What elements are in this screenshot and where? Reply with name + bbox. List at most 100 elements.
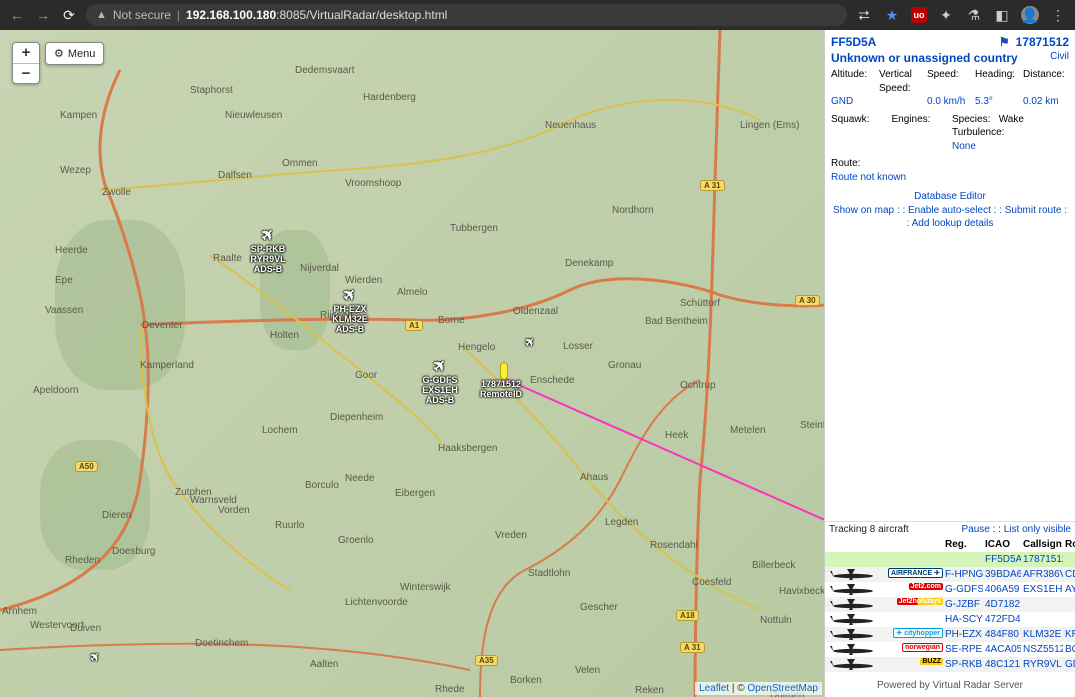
list-head-row: Reg. ICAO Callsign Rout [825,537,1075,552]
cell-icao: 4ACA05 [983,642,1021,657]
cell-reg: F-HPNG [943,567,983,582]
value-vs [879,95,925,109]
cell-route: GDN [1063,657,1075,672]
url-text: 192.168.100.180:8085/VirtualRadar/deskto… [186,8,447,22]
map-attribution: Leaflet | © OpenStreetMap [695,682,822,695]
map[interactable]: A 31A 30A1A50A18A 31A35 DedemsvaartHarde… [0,30,825,697]
auto-select-link[interactable]: Enable auto-select [908,205,991,216]
chrome-actions: ⮂ ★ uo ✦ ⚗ ◧ 👤 ⋮ [855,6,1067,24]
silhouette-cell: AIRFRANCE ✈ [825,567,943,582]
list-row[interactable]: HA-SCY472FD4 [825,612,1075,627]
panel-icon[interactable]: ◧ [993,6,1011,24]
cell-route: BCN [1063,642,1075,657]
detail-country: Unknown or unassigned country [831,50,1018,66]
menu-label: Menu [68,48,96,60]
value-route: Route not known [831,172,906,183]
cell-route [1063,597,1075,612]
pause-link[interactable]: Pause [961,524,989,535]
road-badge: A 31 [700,180,725,191]
col-icao[interactable]: ICAO [983,537,1021,552]
roads-layer [0,30,825,697]
extensions-icon[interactable]: ✦ [937,6,955,24]
zoom-in-button[interactable]: + [13,43,39,63]
labs-icon[interactable]: ⚗ [965,6,983,24]
ublock-icon[interactable]: uo [911,7,927,23]
reload-button[interactable]: ⟳ [60,6,78,24]
cell-reg: SP-RKB [943,657,983,672]
road-badge: A35 [475,655,498,666]
cell-icao: 4D7182 [983,597,1021,612]
detail-civilian: Civil [1050,50,1069,66]
value-heading: 5.3° [975,95,1021,109]
menu-button[interactable]: ⚙ Menu [45,42,104,65]
airline-badge: ✈ cityhopper [893,628,943,638]
zoom-control: + − [12,42,40,84]
silhouette-cell: BUZZ [825,657,943,672]
cell-callsign: NSZ5512 [1021,642,1063,657]
gear-icon: ⚙ [54,47,64,60]
list-row[interactable]: ✈ cityhopperPH-EZX484F80KLM32EKRK [825,627,1075,642]
sidebar: FF5D5A ⚑ 17871512 Unknown or unassigned … [825,30,1075,697]
share-icon[interactable]: ⮂ [855,6,873,24]
airline-badge: BUZZ [920,658,943,665]
detail-icao: FF5D5A [831,34,876,50]
tracking-count: Tracking 8 aircraft [829,524,909,535]
profile-avatar[interactable]: 👤 [1021,6,1039,24]
list-row[interactable]: FF5D5A17871512 [825,552,1075,567]
label-vs: Vertical Speed: [879,68,925,95]
label-squawk: Squawk: [831,113,890,140]
value-speed: 0.0 km/h [927,95,973,109]
cell-icao: 472FD4 [983,612,1021,627]
airline-badge: norwegian [902,643,943,652]
zoom-out-button[interactable]: − [13,63,39,83]
label-altitude: Altitude: [831,68,877,95]
forward-button[interactable]: → [34,6,52,24]
cell-reg: G-JZBF [943,597,983,612]
osm-link[interactable]: OpenStreetMap [747,683,818,694]
cell-route [1063,552,1075,567]
label-heading: Heading: [975,68,1021,95]
cell-route: AYT- [1063,582,1075,597]
address-bar[interactable]: ▲ Not secure | 192.168.100.180:8085/Virt… [86,4,847,26]
col-callsign[interactable]: Callsign [1021,537,1063,552]
value-altitude: GND [831,95,877,109]
leaflet-link[interactable]: Leaflet [699,683,729,694]
col-reg[interactable]: Reg. [943,537,983,552]
kebab-icon[interactable]: ⋮ [1049,6,1067,24]
list-row[interactable]: BUZZSP-RKB48C121RYR9VLGDN [825,657,1075,672]
cell-icao: FF5D5A [983,552,1021,567]
add-lookup-link[interactable]: Add lookup details [912,218,994,229]
footer-text: Powered by Virtual Radar Server [825,672,1075,697]
list-row[interactable]: Jet2holidaysG-JZBF4D7182 [825,597,1075,612]
list-row[interactable]: norwegianSE-RPE4ACA05NSZ5512BCN [825,642,1075,657]
cell-icao: 39BDA6 [983,567,1021,582]
detail-callsign: 17871512 [1016,34,1069,50]
label-engines: Engines: [892,113,951,140]
cell-callsign [1021,597,1063,612]
airline-badge: AIRFRANCE ✈ [888,568,943,578]
cell-callsign: KLM32E [1021,627,1063,642]
road-badge: A 30 [795,295,820,306]
bookmark-icon[interactable]: ★ [883,6,901,24]
silhouette-cell [825,612,943,627]
list-row[interactable]: Jet2.comG-GDFS406A59EXS1EHAYT- [825,582,1075,597]
silhouette-cell: Jet2holidays [825,597,943,612]
list-only-visible-link[interactable]: List only visible [1004,524,1071,535]
label-species: Species: [952,114,990,125]
cell-callsign: EXS1EH [1021,582,1063,597]
airline-badge: Jet2.com [909,583,943,590]
list-row[interactable]: AIRFRANCE ✈F-HPNG39BDA6AFR386VCDG [825,567,1075,582]
back-button[interactable]: ← [8,6,26,24]
submit-route-link[interactable]: Submit route [1005,205,1062,216]
road-badge: A50 [75,461,98,472]
cell-callsign: 17871512 [1021,552,1063,567]
insecure-label: Not secure [113,8,171,22]
cell-icao: 406A59 [983,582,1021,597]
db-editor-link[interactable]: Database Editor [914,191,986,202]
show-on-map-link[interactable]: Show on map [833,205,894,216]
col-route[interactable]: Rout [1063,537,1075,552]
cell-callsign: RYR9VL [1021,657,1063,672]
value-species: None [952,140,1069,154]
road-badge: A1 [405,320,423,331]
selected-marker[interactable] [500,362,508,380]
